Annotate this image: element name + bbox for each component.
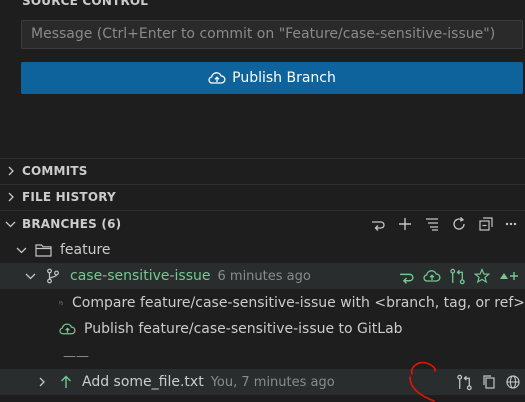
chevron-right-icon <box>39 377 45 387</box>
branch-actions <box>398 266 520 286</box>
git-branch-icon <box>47 268 59 284</box>
folder-label: feature <box>60 242 111 258</box>
folder-icon <box>35 244 52 257</box>
file-history-label: FILE HISTORY <box>22 190 116 204</box>
copy-icon[interactable] <box>481 374 497 390</box>
cloud-upload-icon <box>59 323 76 335</box>
publish-branch-label: Publish Branch <box>232 70 336 86</box>
commits-label: COMMITS <box>22 164 88 178</box>
chevron-down-icon <box>25 273 36 280</box>
publish-branch-button[interactable]: Publish Branch <box>21 62 523 94</box>
chevron-right-icon <box>8 192 14 202</box>
refresh-icon[interactable] <box>451 216 467 232</box>
red-annotation-mark <box>409 361 436 402</box>
source-control-title: SOURCE CONTROL <box>22 0 149 8</box>
compare-text: Compare feature/case-sensitive-issue wit… <box>72 295 525 311</box>
more-icon[interactable] <box>505 216 517 232</box>
compare-branch-row[interactable]: Compare feature/case-sensitive-issue wit… <box>0 290 525 316</box>
compare-icon <box>59 301 63 305</box>
switch-icon[interactable] <box>370 216 386 232</box>
branches-toolbar <box>370 214 517 234</box>
add-upstream-icon[interactable] <box>498 268 520 284</box>
commit-meta: You, 7 minutes ago <box>210 374 335 390</box>
list-tree-icon[interactable] <box>424 216 440 232</box>
globe-icon[interactable] <box>505 374 521 390</box>
publish-to-gitlab-text: Publish feature/case-sensitive-issue to … <box>84 321 403 337</box>
file-history-section-header[interactable]: FILE HISTORY <box>0 184 525 210</box>
chevron-down-icon <box>16 247 27 254</box>
branch-time: 6 minutes ago <box>217 268 311 284</box>
branch-name: case-sensitive-issue <box>70 268 211 284</box>
commit-message-input[interactable]: Message (Ctrl+Enter to commit on "Featur… <box>21 20 523 49</box>
star-icon[interactable] <box>474 268 490 284</box>
cloud-upload-icon <box>208 72 226 84</box>
add-icon[interactable] <box>397 216 413 232</box>
separator-dashes: —— <box>63 348 89 364</box>
compare-icon[interactable] <box>449 268 466 285</box>
folder-row-feature[interactable]: feature <box>0 237 525 263</box>
publish-to-gitlab-row[interactable]: Publish feature/case-sensitive-issue to … <box>0 316 525 342</box>
commit-message: Add some_file.txt <box>82 374 204 390</box>
compare-icon[interactable] <box>456 374 473 391</box>
arrow-up-icon <box>61 375 71 388</box>
collapse-all-icon[interactable] <box>478 216 494 232</box>
chevron-down-icon <box>5 221 16 228</box>
commits-section-header[interactable]: COMMITS <box>0 158 525 184</box>
commit-actions <box>456 372 521 392</box>
branches-label: BRANCHES (6) <box>22 217 122 231</box>
chevron-right-icon <box>8 166 14 176</box>
switch-icon[interactable] <box>398 268 415 285</box>
cloud-upload-icon[interactable] <box>423 268 441 284</box>
